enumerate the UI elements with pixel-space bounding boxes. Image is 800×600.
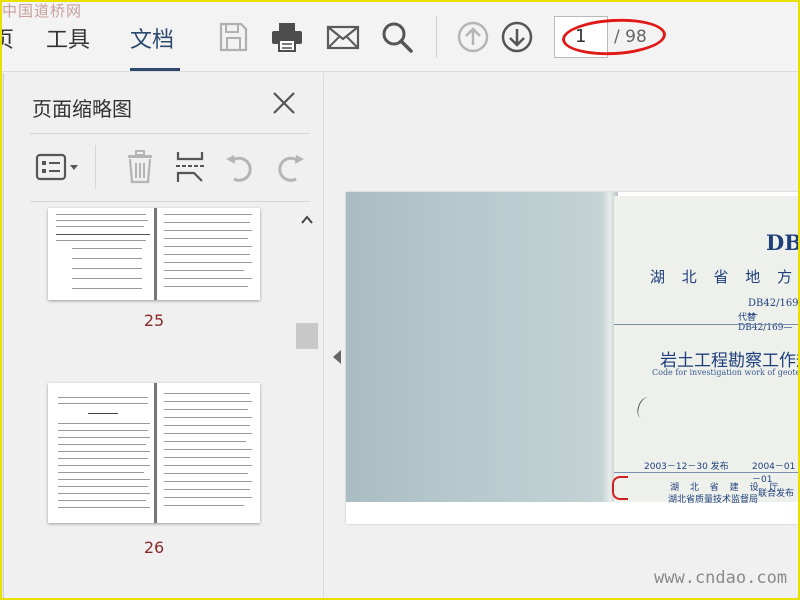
thumbnail-page-25[interactable]	[48, 208, 260, 300]
cover-publisher-2: 湖北省质量技术监督局	[668, 495, 759, 505]
delete-page-button[interactable]	[122, 149, 158, 185]
next-page-button[interactable]	[500, 20, 534, 54]
document-page: DB 湖 北 省 地 方 标 DB42/169— 代替 DB42/169— 岩土…	[346, 192, 800, 524]
scan-back-cover	[346, 192, 612, 502]
tab-tools[interactable]: 工具	[46, 22, 90, 54]
toolbar: 中国道桥网 页 工具 文档 1 / 98	[0, 0, 800, 72]
cover-rule	[614, 324, 800, 325]
panel-divider	[30, 133, 310, 134]
extract-icon	[176, 152, 204, 182]
save-button[interactable]	[216, 20, 250, 54]
close-panel-button[interactable]	[270, 89, 298, 117]
search-icon	[382, 22, 413, 53]
prev-page-button[interactable]	[456, 20, 490, 54]
cover-joint-release: 联合发布	[758, 489, 795, 499]
thumbnail-label-25: 25	[143, 311, 165, 330]
print-button[interactable]	[270, 20, 304, 54]
rotate-right-button[interactable]	[272, 149, 308, 185]
cover-issue-date: 2003－12－30 发布	[644, 462, 729, 472]
panel-title: 页面缩略图	[32, 97, 132, 121]
thumbnail-label-26: 26	[143, 538, 165, 557]
rotate-left-button[interactable]	[222, 149, 258, 185]
email-button[interactable]	[326, 20, 360, 54]
search-button[interactable]	[380, 20, 414, 54]
thumbnail-panel: 页面缩略图 25 26	[4, 73, 324, 600]
cover-standard-title: 湖 北 省 地 方 标	[650, 268, 800, 286]
watermark-top: 中国道桥网	[2, 2, 83, 20]
rotate-right-icon	[278, 155, 304, 182]
panel-divider-2	[30, 201, 310, 202]
cover-rule-2	[614, 472, 800, 473]
cover-code-line2: 代替 DB42/169—	[738, 313, 793, 333]
page-options-button[interactable]	[34, 149, 82, 185]
active-tab-indicator	[130, 68, 180, 71]
scan-front-cover: DB 湖 北 省 地 方 标 DB42/169— 代替 DB42/169— 岩土…	[614, 196, 800, 505]
delete-icon	[128, 150, 152, 184]
tab-page[interactable]: 页	[0, 22, 14, 54]
watermark-bottom: www.cndao.com	[654, 568, 788, 588]
toolbar-separator	[436, 16, 437, 58]
next-page-icon	[501, 21, 533, 53]
rotate-left-icon	[226, 155, 252, 182]
scrollbar-thumb[interactable]	[296, 323, 318, 349]
panel-toolbar	[30, 143, 320, 193]
thumbnail-page-26[interactable]	[48, 383, 260, 523]
close-icon	[273, 92, 295, 114]
scroll-up-icon[interactable]	[300, 213, 314, 227]
collapse-panel-arrow-icon[interactable]	[333, 350, 341, 364]
tab-document[interactable]: 文档	[130, 22, 174, 54]
print-icon	[272, 23, 302, 52]
red-stamp-mark	[612, 476, 628, 500]
thumbnail-list: 25 26	[4, 203, 294, 600]
cover-english-title: Code for investigation work of geotechni…	[652, 368, 800, 377]
panel-toolbar-separator	[95, 145, 96, 189]
extract-page-button[interactable]	[172, 149, 208, 185]
save-icon	[219, 22, 248, 52]
prev-page-icon	[457, 21, 489, 53]
cover-standard-code: DB	[766, 230, 800, 255]
thumbnail-scrollbar[interactable]	[294, 203, 320, 600]
page-options-icon	[35, 153, 78, 181]
email-icon	[326, 25, 360, 50]
